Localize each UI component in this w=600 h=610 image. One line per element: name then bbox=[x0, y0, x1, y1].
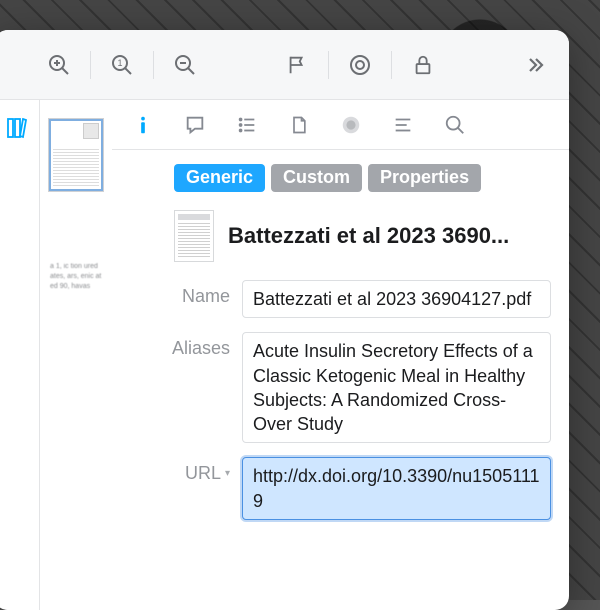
field-name: Name Battezzati et al 2023 36904127.pdf bbox=[130, 280, 551, 318]
field-url: URL ▾ http://dx.doi.org/10.3390/nu150511… bbox=[130, 457, 551, 520]
document-icon[interactable] bbox=[284, 110, 314, 140]
inspector-panel: Generic Custom Properties Battezzati et … bbox=[112, 100, 569, 610]
align-icon[interactable] bbox=[388, 110, 418, 140]
flag-icon[interactable] bbox=[280, 48, 314, 82]
target-icon[interactable] bbox=[343, 48, 377, 82]
metadata-fields: Name Battezzati et al 2023 36904127.pdf … bbox=[112, 262, 569, 520]
info-icon[interactable] bbox=[128, 110, 158, 140]
tab-custom[interactable]: Custom bbox=[271, 164, 362, 192]
name-input[interactable]: Battezzati et al 2023 36904127.pdf bbox=[242, 280, 551, 318]
lock-icon[interactable] bbox=[406, 48, 440, 82]
document-preview-column: a 1, ic tion ured ates, ars, enic ated 9… bbox=[40, 100, 112, 610]
side-rail bbox=[0, 100, 40, 610]
zoom-in-icon[interactable] bbox=[42, 48, 76, 82]
toolbar-separator bbox=[153, 51, 154, 79]
blurred-page-text: a 1, ic tion ured ates, ars, enic ated 9… bbox=[48, 262, 104, 291]
zoom-actual-icon[interactable]: 1 bbox=[105, 48, 139, 82]
document-mini-thumb-icon bbox=[174, 210, 214, 262]
tab-properties[interactable]: Properties bbox=[368, 164, 481, 192]
document-title-row: Battezzati et al 2023 3690... bbox=[112, 192, 569, 262]
document-title: Battezzati et al 2023 3690... bbox=[228, 223, 551, 249]
url-input[interactable]: http://dx.doi.org/10.3390/nu15051119 bbox=[242, 457, 551, 520]
aliases-input[interactable]: Acute Insulin Secretory Effects of a Cla… bbox=[242, 332, 551, 443]
url-label-text: URL bbox=[185, 463, 221, 484]
top-toolbar: 1 bbox=[0, 30, 569, 100]
tab-generic[interactable]: Generic bbox=[174, 164, 265, 192]
field-label-aliases: Aliases bbox=[130, 332, 230, 359]
page-thumbnail[interactable] bbox=[48, 118, 104, 192]
app-window: 1 a 1, ic bbox=[0, 30, 569, 610]
chevron-down-icon[interactable]: ▾ bbox=[225, 468, 230, 479]
toolbar-separator bbox=[90, 51, 91, 79]
field-aliases: Aliases Acute Insulin Secretory Effects … bbox=[130, 332, 551, 443]
toolbar-separator bbox=[391, 51, 392, 79]
circle-fill-icon[interactable] bbox=[336, 110, 366, 140]
inspector-tab-bar bbox=[112, 100, 569, 150]
annotations-icon[interactable] bbox=[3, 114, 31, 142]
more-icon[interactable] bbox=[517, 48, 551, 82]
comment-icon[interactable] bbox=[180, 110, 210, 140]
field-label-url: URL ▾ bbox=[130, 457, 230, 484]
toolbar-separator bbox=[328, 51, 329, 79]
info-section-tabs: Generic Custom Properties bbox=[112, 150, 569, 192]
list-icon[interactable] bbox=[232, 110, 262, 140]
svg-text:1: 1 bbox=[117, 58, 122, 68]
search-icon[interactable] bbox=[440, 110, 470, 140]
field-label-name: Name bbox=[130, 280, 230, 307]
zoom-out-icon[interactable] bbox=[168, 48, 202, 82]
